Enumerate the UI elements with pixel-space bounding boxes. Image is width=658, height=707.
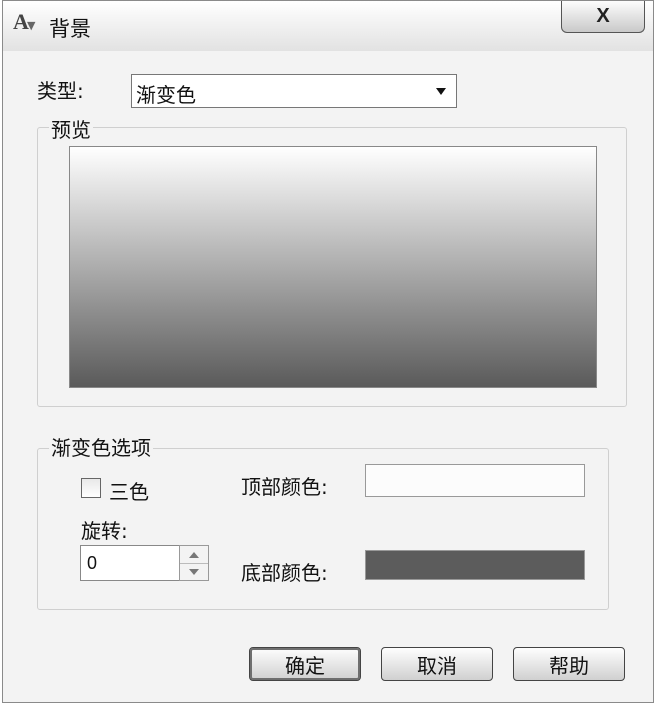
arrow-down-icon bbox=[189, 568, 199, 575]
rotation-spinner bbox=[179, 545, 209, 581]
spin-up-button[interactable] bbox=[180, 546, 208, 564]
chevron-down-icon bbox=[436, 88, 446, 95]
title-bar[interactable]: A ▼ 背景 X bbox=[3, 1, 653, 51]
close-button[interactable]: X bbox=[561, 1, 645, 33]
type-select[interactable]: 渐变色 bbox=[131, 74, 457, 108]
rotation-value: 0 bbox=[87, 553, 98, 573]
top-color-label: 顶部颜色: bbox=[241, 475, 328, 499]
background-dialog: A ▼ 背景 X 类型: 渐变色 预览 渐变色选项 三色 旋转: 0 顶部颜色: … bbox=[2, 0, 654, 703]
app-icon: A ▼ bbox=[13, 9, 36, 34]
gradient-options-title: 渐变色选项 bbox=[49, 432, 153, 461]
close-icon: X bbox=[596, 5, 610, 27]
rotation-input[interactable]: 0 bbox=[80, 545, 180, 581]
gradient-preview bbox=[69, 146, 597, 388]
top-color-swatch[interactable] bbox=[365, 464, 585, 497]
bottom-color-label: 底部颜色: bbox=[241, 561, 328, 585]
ok-button[interactable]: 确定 bbox=[249, 647, 361, 681]
preview-title: 预览 bbox=[49, 114, 93, 143]
three-color-label: 三色 bbox=[109, 480, 149, 504]
type-label: 类型: bbox=[37, 79, 84, 103]
cancel-button[interactable]: 取消 bbox=[381, 647, 493, 681]
bottom-color-swatch[interactable] bbox=[365, 550, 585, 580]
spin-down-button[interactable] bbox=[180, 563, 208, 580]
dialog-title: 背景 bbox=[49, 17, 91, 41]
three-color-checkbox[interactable] bbox=[81, 478, 101, 498]
rotation-label: 旋转: bbox=[81, 519, 128, 543]
type-select-value: 渐变色 bbox=[136, 83, 196, 107]
help-button[interactable]: 帮助 bbox=[513, 647, 625, 681]
arrow-up-icon bbox=[189, 551, 199, 558]
